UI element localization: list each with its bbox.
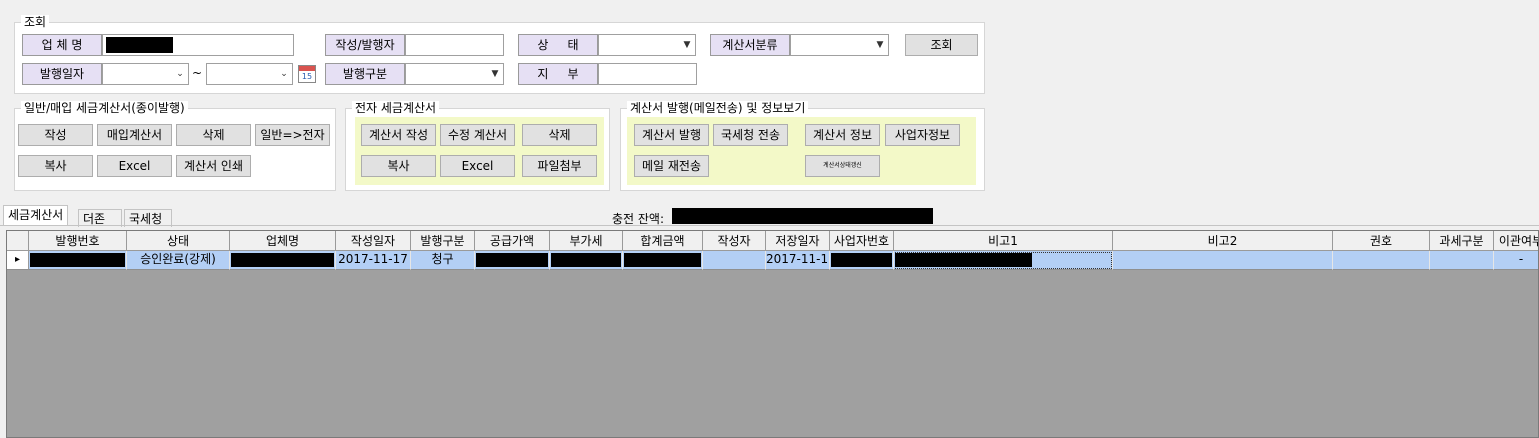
invoice-info-button[interactable]: 계산서 정보 [805,124,880,146]
balance-value [672,208,933,224]
branch-label: 지 부 [518,63,598,85]
cell-company[interactable] [230,251,336,270]
purchase-invoice-button[interactable]: 매입계산서 [97,124,172,146]
tab-strip-line [0,225,1539,226]
column-header-supply-amount[interactable]: 공급가액 [475,231,550,251]
balance-label: 충전 잔액: [612,212,665,226]
invoice-table[interactable]: 발행번호 상태 업체명 작성일자 발행구분 공급가액 부가세 합계금액 작성자 저장일자 사업자번호… [6,230,1539,438]
cell-supply-amount[interactable] [475,251,550,270]
column-header-business-no[interactable]: 사업자번호 [830,231,894,251]
redacted-value [106,37,173,53]
issue-date-to[interactable]: ⌄ [206,63,293,85]
cell-tax-type[interactable] [1430,251,1494,270]
chevron-down-icon[interactable]: ▼ [487,64,503,84]
column-header-issue-type[interactable]: 발행구분 [411,231,475,251]
column-header-note2[interactable]: 비고2 [1113,231,1333,251]
issue-date-label: 발행일자 [22,63,102,85]
column-header-saved-date[interactable]: 저장일자 [766,231,830,251]
issuer-input[interactable] [405,34,504,56]
cell-business-no[interactable] [830,251,894,270]
paper-invoice-group: 일반/매입 세금계산서(종이발행) [14,101,336,191]
branch-input[interactable] [598,63,697,85]
search-group-title: 조회 [21,15,50,29]
convert-to-electronic-button[interactable]: 일반=>전자 [255,124,330,146]
row-header-corner [7,231,29,251]
redacted-value [30,253,125,267]
electronic-copy-button[interactable]: 복사 [361,155,436,177]
chevron-down-icon[interactable]: ⌄ [276,64,292,84]
issue-invoice-button[interactable]: 계산서 발행 [634,124,709,146]
redacted-value [551,253,621,267]
date-range-separator: ~ [192,66,203,80]
chevron-down-icon[interactable]: ⌄ [172,64,188,84]
tab-tax-invoice[interactable]: 세금계산서 [3,205,69,225]
print-invoice-button[interactable]: 계산서 인쇄 [176,155,251,177]
calendar-day: 15 [301,72,313,81]
column-header-volume-no[interactable]: 권호 [1333,231,1430,251]
column-header-vat[interactable]: 부가세 [550,231,623,251]
attach-file-button[interactable]: 파일첨부 [522,155,597,177]
cell-transfer-status[interactable]: - [1494,251,1538,270]
column-header-issue-no[interactable]: 발행번호 [29,231,127,251]
cell-note1[interactable] [894,251,1113,270]
column-header-company[interactable]: 업체명 [230,231,336,251]
excel-button[interactable]: Excel [97,155,172,177]
issue-group-title: 계산서 발행(메일전송) 및 정보보기 [627,101,809,115]
electronic-delete-button[interactable]: 삭제 [522,124,597,146]
cell-volume-no[interactable] [1333,251,1430,270]
send-nts-button[interactable]: 국세청 전송 [713,124,788,146]
write-button[interactable]: 작성 [18,124,93,146]
copy-button[interactable]: 복사 [18,155,93,177]
issue-date-from[interactable]: ⌄ [102,63,189,85]
chevron-down-icon[interactable]: ▼ [679,35,695,55]
electronic-invoice-group-title: 전자 세금계산서 [352,101,440,115]
cell-written-date[interactable]: 2017-11-17 [336,251,411,270]
column-header-status[interactable]: 상태 [127,231,230,251]
redacted-value [831,253,892,267]
column-header-written-date[interactable]: 작성일자 [336,231,411,251]
issue-type-label: 발행구분 [325,63,405,85]
column-header-tax-type[interactable]: 과세구분 [1430,231,1494,251]
chevron-down-icon[interactable]: ▼ [872,35,888,55]
classification-select[interactable]: ▼ [790,34,889,56]
company-name-input[interactable] [102,34,294,56]
cell-issue-no[interactable] [29,251,127,270]
issuer-label: 작성/발행자 [325,34,405,56]
column-header-total-amount[interactable]: 합계금액 [623,231,703,251]
cell-writer[interactable] [703,251,766,270]
cell-note2[interactable] [1113,251,1333,270]
cell-vat[interactable] [550,251,623,270]
column-header-transfer-status[interactable]: 이관여부 [1494,231,1538,251]
column-header-note1[interactable]: 비고1 [894,231,1113,251]
cell-total-amount[interactable] [623,251,703,270]
row-indicator[interactable]: ▸ [7,251,29,270]
status-label: 상 태 [518,34,598,56]
redacted-value [231,253,334,267]
issue-type-select[interactable]: ▼ [405,63,504,85]
delete-button[interactable]: 삭제 [176,124,251,146]
refresh-status-button[interactable]: 계산서상태갱신 [805,155,880,177]
classification-label: 계산서분류 [710,34,790,56]
column-header-writer[interactable]: 작성자 [703,231,766,251]
status-select[interactable]: ▼ [598,34,696,56]
business-info-button[interactable]: 사업자정보 [885,124,960,146]
modify-invoice-button[interactable]: 수정 계산서 [440,124,515,146]
electronic-excel-button[interactable]: Excel [440,155,515,177]
redacted-value [895,253,1032,267]
create-invoice-button[interactable]: 계산서 작성 [361,124,436,146]
resend-mail-button[interactable]: 메일 재전송 [634,155,709,177]
search-button[interactable]: 조회 [905,34,978,56]
redacted-value [624,253,701,267]
cell-issue-type[interactable]: 청구 [411,251,475,270]
calendar-icon[interactable]: 15 [298,65,316,83]
cell-saved-date[interactable]: 2017-11-17 [766,251,830,270]
company-name-label: 업 체 명 [22,34,102,56]
cell-status[interactable]: 승인완료(강제) [127,251,230,270]
paper-invoice-group-title: 일반/매입 세금계산서(종이발행) [21,101,188,115]
redacted-value [476,253,548,267]
